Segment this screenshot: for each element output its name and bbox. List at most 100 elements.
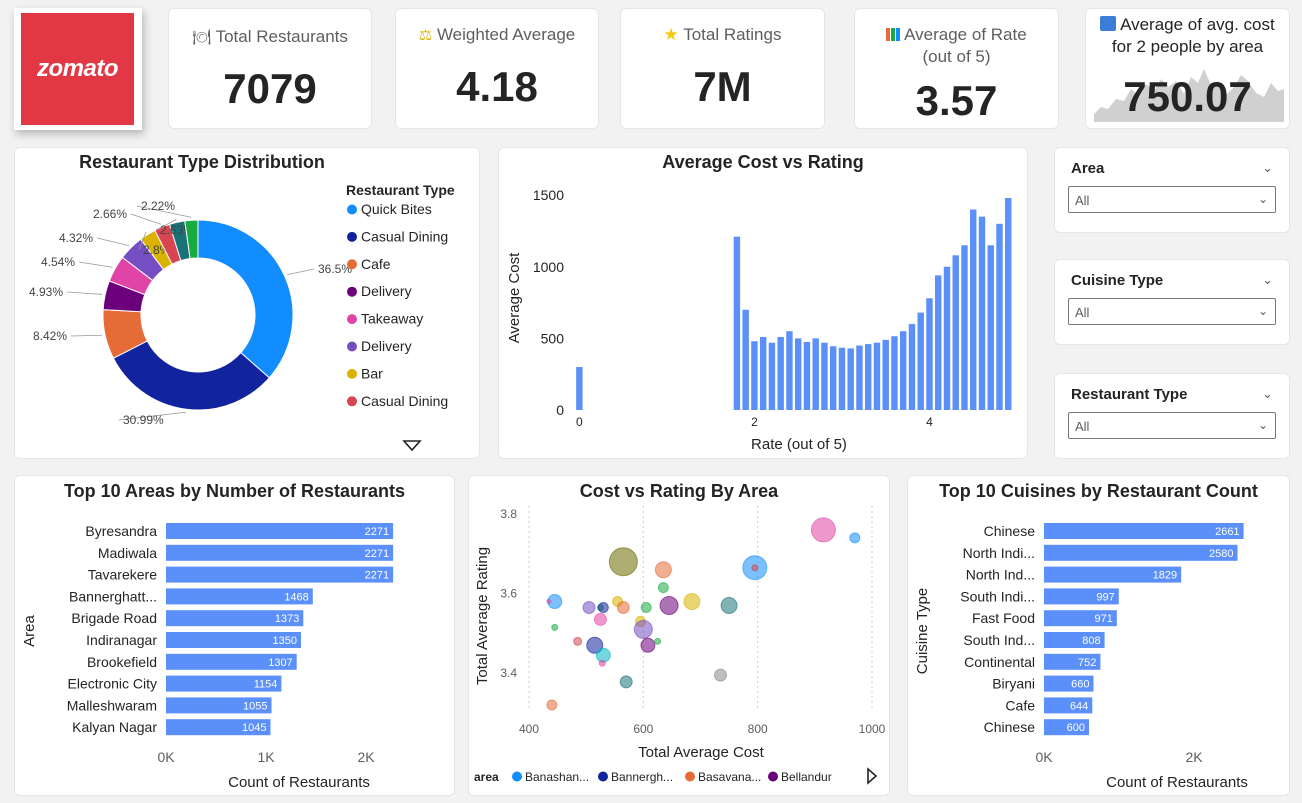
x-tick-label: 2: [751, 415, 758, 429]
top-areas-chart[interactable]: Byresandra 2271 Madiwala 2271 Tavarekere 2271…: [15, 476, 456, 797]
donut-slice: [197, 219, 294, 379]
legend-marker: [512, 771, 522, 782]
x-tick-label: 0K: [1035, 749, 1053, 765]
legend-marker: [347, 396, 357, 407]
logo-card: zomato: [14, 8, 142, 130]
data-label: 2271: [365, 526, 389, 538]
category-label: North Ind...: [966, 567, 1035, 583]
slicer-value: All: [1075, 305, 1090, 320]
bar: [873, 342, 881, 410]
area-slicer[interactable]: Area ⌄ All ⌄: [1054, 147, 1290, 233]
x-tick-label: 4: [926, 415, 933, 429]
legend-scroll-right-icon[interactable]: [867, 767, 878, 785]
kpi-weighted-average: ⚖ Weighted Average 4.18: [395, 8, 599, 129]
data-label: 1350: [273, 635, 297, 647]
category-label: Continental: [964, 654, 1035, 670]
category-label: Chinese: [984, 719, 1036, 735]
legend-marker: [347, 286, 357, 297]
slice-label: 4.54%: [41, 255, 75, 269]
chevron-down-icon[interactable]: ⌄: [1262, 386, 1273, 402]
leader-line: [78, 261, 113, 268]
y-tick-label: 3.8: [500, 507, 517, 521]
leader-line: [66, 291, 103, 295]
chevron-down-icon: ⌄: [1257, 192, 1268, 206]
kpi-label: Total Ratings: [683, 25, 782, 44]
data-label: 971: [1094, 613, 1112, 625]
legend-marker: [685, 771, 695, 782]
data-label: 1373: [275, 613, 299, 625]
leader-line: [96, 237, 129, 246]
y-axis-title: Average Cost: [506, 252, 523, 343]
category-label: Brookefield: [87, 654, 157, 670]
bubble: [849, 532, 861, 544]
legend-item: Delivery: [361, 283, 412, 299]
chevron-down-icon[interactable]: ⌄: [1262, 272, 1273, 288]
bar: [847, 348, 854, 410]
data-label: 1829: [1153, 570, 1177, 582]
data-label: 644: [1070, 700, 1088, 712]
donut-chart[interactable]: 36.5%30.99%8.42%4.93%4.54%4.32%2.8%2.66%…: [15, 148, 481, 460]
kpi-label-2: for 2 people by area: [1111, 37, 1264, 56]
legend-marker: [347, 341, 357, 352]
data-label: 997: [1096, 591, 1114, 603]
top-cuisines-card: Top 10 Cuisines by Restaurant Count Chin…: [907, 475, 1290, 796]
star-icon: ★: [663, 25, 679, 44]
slicer-label: Area: [1071, 160, 1105, 177]
bar: [865, 344, 872, 410]
cuisine-slicer[interactable]: Cuisine Type ⌄ All ⌄: [1054, 259, 1290, 345]
legend-item: Casual Dining: [361, 228, 448, 244]
category-label: Chinese: [984, 523, 1036, 539]
chevron-down-icon[interactable]: ⌄: [1262, 160, 1273, 176]
legend-marker: [768, 771, 778, 782]
bar-chart-icon: [886, 28, 901, 41]
data-label: 600: [1067, 722, 1085, 734]
y-tick-label: 1500: [533, 187, 564, 203]
data-label: 1055: [243, 700, 267, 712]
kpi-average-rate: Average of Rate (out of 5) 3.57: [854, 8, 1059, 129]
bar: [742, 309, 749, 410]
data-label: 1045: [242, 722, 266, 734]
y-axis-title: Cuisine Type: [914, 588, 931, 674]
bar: [777, 336, 784, 410]
category-label: Indiranagar: [86, 632, 157, 648]
bar: [166, 523, 394, 539]
cost-vs-rating-card: Average Cost vs Rating 0 500 1000 1500 0 2 4 Ra…: [498, 147, 1028, 459]
legend-marker: [347, 231, 357, 242]
category-label: Malleshwaram: [67, 697, 157, 713]
y-axis-title: Total Average Rating: [474, 547, 491, 685]
category-label: South Indi...: [960, 588, 1035, 604]
slice-label: 4.93%: [29, 285, 63, 299]
y-tick-label: 3.6: [500, 587, 517, 601]
bubble: [654, 561, 672, 579]
bar: [970, 209, 977, 410]
bar: [794, 338, 802, 410]
top-cuisines-chart[interactable]: Chinese 2661 North Indi... 2580 North Ind...…: [908, 476, 1291, 797]
bar: [166, 566, 394, 583]
cuisine-dropdown[interactable]: All ⌄: [1068, 298, 1276, 325]
legend-marker: [598, 771, 608, 782]
area-dropdown[interactable]: All ⌄: [1068, 186, 1276, 213]
bubble: [616, 601, 630, 614]
slicer-value: All: [1075, 193, 1090, 208]
kpi-total-ratings: ★ Total Ratings 7M: [620, 8, 825, 129]
category-label: Biryani: [992, 676, 1035, 692]
kpi-value: 750.07: [1123, 73, 1252, 120]
leader-line: [287, 268, 315, 276]
bar: [759, 336, 767, 410]
kpi-value: 3.57: [915, 77, 998, 124]
cost-vs-rating-by-area-chart[interactable]: 400 600 800 1000 3.4 3.6 3.8 Total Average Cost…: [469, 476, 891, 797]
data-label: 752: [1078, 657, 1096, 669]
restaurant-type-dropdown[interactable]: All ⌄: [1068, 412, 1276, 439]
bar: [943, 266, 951, 410]
legend-scroll-down-icon[interactable]: [402, 440, 422, 452]
bar: [576, 367, 583, 410]
kpi-label: Average of avg. cost: [1120, 15, 1275, 34]
legend-item: Delivery: [361, 338, 412, 354]
restaurant-type-slicer[interactable]: Restaurant Type ⌄ All ⌄: [1054, 373, 1290, 459]
bar: [917, 312, 924, 410]
data-label: 2661: [1215, 526, 1239, 538]
legend-item: Takeaway: [361, 311, 423, 327]
bubble: [810, 517, 836, 543]
cost-vs-rating-chart[interactable]: 0500100015000 2 4Rate (out of 5)Average Co…: [499, 148, 1029, 460]
legend-marker: [347, 204, 357, 215]
